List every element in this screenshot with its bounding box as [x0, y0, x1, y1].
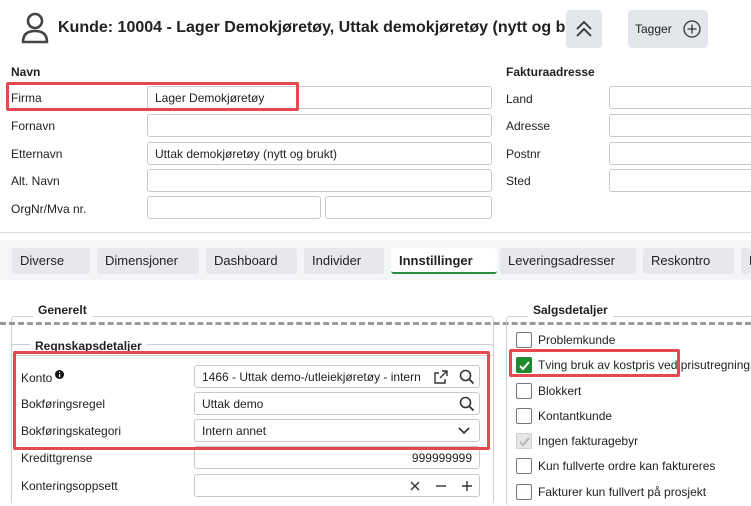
- plus-circle-icon: [683, 20, 701, 38]
- tab-leveringsadresser[interactable]: Leveringsadresser: [500, 248, 636, 274]
- ingen-fakturagebyr-checkbox[interactable]: [516, 433, 532, 449]
- fornavn-label: Fornavn: [11, 119, 56, 133]
- alt-navn-label: Alt. Navn: [11, 174, 60, 188]
- close-icon[interactable]: [408, 479, 422, 493]
- land-field[interactable]: [609, 86, 751, 109]
- kredittgrense-label: Kredittgrense: [21, 451, 93, 465]
- tags-button[interactable]: Tagger: [628, 10, 708, 48]
- tab-overflow[interactable]: E: [741, 248, 751, 274]
- kontantkunde-checkbox[interactable]: [516, 408, 532, 424]
- sted-field[interactable]: [609, 169, 751, 192]
- tab-dimensjoner[interactable]: Dimensjoner: [97, 248, 199, 274]
- orgnr-field[interactable]: [147, 196, 321, 219]
- tab-innstillinger[interactable]: Innstillinger: [391, 248, 497, 274]
- firma-highlight: [6, 82, 299, 111]
- minus-icon[interactable]: [434, 479, 448, 493]
- tving-kostpris-highlight: [509, 349, 680, 377]
- etternavn-field[interactable]: Uttak demokjøretøy (nytt og brukt): [147, 142, 492, 165]
- chevron-double-up-icon: [576, 20, 592, 37]
- tags-button-label: Tagger: [635, 22, 672, 36]
- land-label: Land: [506, 92, 533, 106]
- checkmark-icon: [519, 437, 530, 447]
- etternavn-label: Etternavn: [11, 147, 63, 161]
- regnskap-highlight: [13, 351, 490, 450]
- sted-label: Sted: [506, 174, 531, 188]
- adresse-field[interactable]: [609, 114, 751, 137]
- kun-fullverte-ordre-label: Kun fullverte ordre kan faktureres: [538, 459, 716, 473]
- postnr-label: Postnr: [506, 147, 541, 161]
- customer-header: Kunde: 10004 - Lager Demokjøretøy, Uttak…: [0, 0, 751, 58]
- fakturaadresse-section-label: Fakturaadresse: [506, 65, 595, 79]
- kontantkunde-label: Kontantkunde: [538, 409, 613, 423]
- postnr-field[interactable]: [609, 142, 751, 165]
- problemkunde-label: Problemkunde: [538, 333, 616, 347]
- problemkunde-checkbox[interactable]: [516, 332, 532, 348]
- fakturer-kun-fullvert-label: Fakturer kun fullvert på prosjekt: [538, 485, 707, 499]
- navn-section-label: Navn: [11, 65, 41, 79]
- konteringsoppsett-label: Konteringsoppsett: [21, 479, 118, 493]
- orgnr-label: OrgNr/Mva nr.: [11, 202, 87, 216]
- generelt-legend: Generelt: [33, 303, 92, 317]
- collapse-button[interactable]: [566, 10, 602, 48]
- tab-reskontro[interactable]: Reskontro: [643, 248, 734, 274]
- kun-fullverte-ordre-checkbox[interactable]: [516, 458, 532, 474]
- mva-field[interactable]: [325, 196, 492, 219]
- adresse-label: Adresse: [506, 119, 551, 133]
- tab-diverse[interactable]: Diverse: [12, 248, 90, 274]
- alt-navn-field[interactable]: [147, 169, 492, 192]
- salgsdetaljer-legend: Salgsdetaljer: [528, 303, 613, 317]
- section-divider: [0, 232, 751, 233]
- ingen-fakturagebyr-label: Ingen fakturagebyr: [538, 434, 639, 448]
- page-title: Kunde: 10004 - Lager Demokjøretøy, Uttak…: [58, 19, 601, 36]
- blokkert-checkbox[interactable]: [516, 383, 532, 399]
- fornavn-field[interactable]: [147, 114, 492, 137]
- plus-icon[interactable]: [460, 479, 474, 493]
- tab-bar: Diverse Dimensjoner Dashboard Individer …: [0, 240, 751, 280]
- tab-dashboard[interactable]: Dashboard: [206, 248, 297, 274]
- user-icon: [21, 12, 49, 44]
- tab-individer[interactable]: Individer: [304, 248, 384, 274]
- blokkert-label: Blokkert: [538, 384, 582, 398]
